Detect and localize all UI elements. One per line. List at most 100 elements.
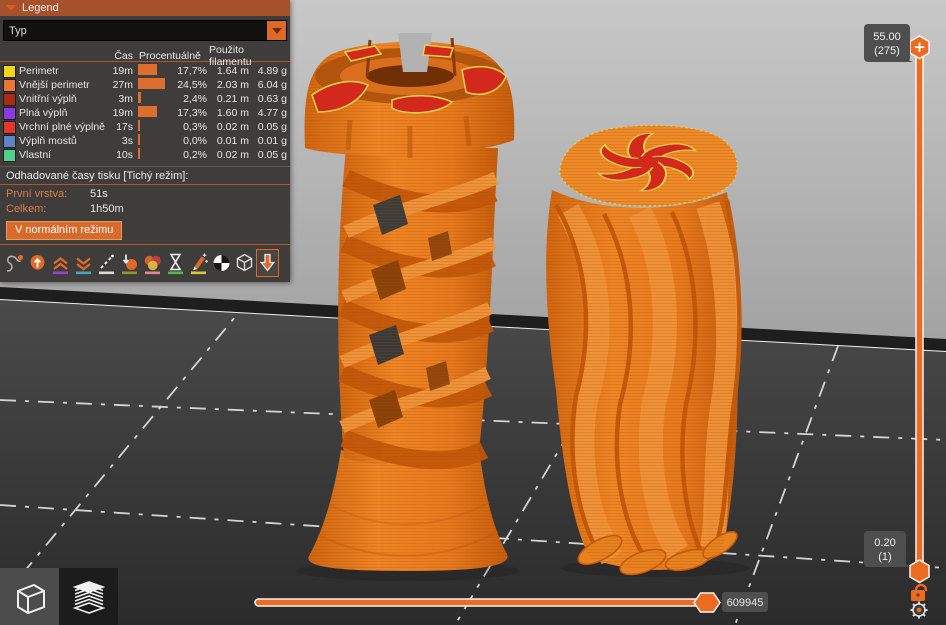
feature-color-swatch <box>3 120 16 134</box>
feature-label: Výplň mostů <box>19 135 77 147</box>
feature-label: Plná výplň <box>19 107 68 119</box>
separator <box>0 184 290 185</box>
moves-slider-tooltip: 609945 <box>722 592 768 612</box>
legend-row[interactable]: Vrchní plné výplně 17s 0,3% 0.02 m 0.05 … <box>0 120 290 134</box>
travel-icon[interactable] <box>4 250 25 276</box>
svg-text:(275): (275) <box>874 45 900 57</box>
percent-bar-cell <box>133 92 169 106</box>
legend-row[interactable]: Vnější perimetr 27m 24,5% 2.03 m 6.04 g <box>0 78 290 92</box>
sliced-preview-view-button[interactable] <box>59 568 118 625</box>
chevron-down-icon <box>271 27 282 34</box>
3d-editor-view-button[interactable] <box>0 568 59 625</box>
legend-icon-toolbar <box>0 247 290 282</box>
normal-mode-button[interactable]: V normálním režimu <box>6 221 123 240</box>
retractions-icon[interactable] <box>50 250 71 276</box>
feature-color-swatch <box>3 78 16 92</box>
separator <box>0 166 290 167</box>
feature-color-swatch <box>3 64 16 78</box>
feature-weight: 0.05 g <box>257 149 287 161</box>
percent-bar <box>138 148 140 159</box>
layer-slider-bottom-tooltip: 0.20 (1) <box>864 531 910 567</box>
center-of-gravity-icon[interactable] <box>211 250 232 276</box>
percent-bar-cell <box>133 134 169 148</box>
shells-icon[interactable] <box>234 250 255 276</box>
feature-time: 19m <box>112 65 133 77</box>
legend-row[interactable]: Perimetr 19m 17,7% 1.64 m 4.89 g <box>0 64 290 78</box>
layer-slider-bottom-handle[interactable] <box>909 559 930 584</box>
percent-bar-cell <box>133 106 169 120</box>
feature-color-swatch <box>3 134 16 148</box>
first-layer-value: 51s <box>90 188 108 200</box>
first-layer-label: První vrstva: <box>6 188 68 200</box>
feature-time: 3m <box>118 93 133 105</box>
moves-slider-handle[interactable] <box>693 592 721 613</box>
percent-bar <box>138 120 140 131</box>
percent-bar <box>138 64 158 75</box>
feature-percent: 2,4% <box>183 93 207 105</box>
legend-row[interactable]: Plná výplň 19m 17,3% 1.60 m 4.77 g <box>0 106 290 120</box>
view-type-value: Typ <box>9 24 27 37</box>
legend-panel: Legend Typ Čas Procentuálně Použito fila… <box>0 0 290 282</box>
feature-label: Vrchní plné výplně <box>19 121 105 133</box>
first-layer-row: První vrstva: 51s <box>0 187 290 202</box>
layer-slider-top-tooltip: 55.00 (275) <box>864 24 913 62</box>
col-header-time: Čas <box>114 50 133 62</box>
layer-slider-top-handle[interactable] <box>909 35 930 60</box>
feature-percent: 17,3% <box>177 107 207 119</box>
legend-title: Legend <box>22 2 59 14</box>
color-changes-icon[interactable] <box>142 250 163 276</box>
total-time-row: Celkem: 1h50m <box>0 202 290 217</box>
svg-text:609945: 609945 <box>727 597 764 609</box>
feature-length: 2.03 m <box>216 79 249 91</box>
feature-length: 1.60 m <box>216 107 249 119</box>
pause-prints-icon[interactable] <box>165 250 186 276</box>
percent-bar <box>138 92 141 103</box>
legend-row[interactable]: Výplň mostů 3s 0,0% 0.01 m 0.01 g <box>0 134 290 148</box>
percent-bar <box>138 78 165 89</box>
cube-icon <box>16 583 45 614</box>
feature-length: 0.01 m <box>216 135 249 147</box>
percent-bar <box>138 134 140 145</box>
legend-row[interactable]: Vnitřní výplň 3m 2,4% 0.21 m 0.63 g <box>0 92 290 106</box>
svg-text:0.20: 0.20 <box>874 537 895 549</box>
feature-percent: 24,5% <box>177 79 207 91</box>
feature-percent: 17,7% <box>177 65 207 77</box>
feature-length: 0.02 m <box>216 121 249 133</box>
custom-gcodes-icon[interactable] <box>188 250 209 276</box>
feature-weight: 4.89 g <box>257 65 287 77</box>
feature-time: 19m <box>112 107 133 119</box>
feature-label: Perimetr <box>19 65 59 77</box>
feature-time: 3s <box>121 135 133 147</box>
feature-weight: 6.04 g <box>257 79 287 91</box>
legend-table: Perimetr 19m 17,7% 1.64 m 4.89 g Vnější … <box>0 64 290 162</box>
percent-bar <box>138 106 158 117</box>
feature-percent: 0,3% <box>183 121 207 133</box>
wipe-icon[interactable] <box>27 250 48 276</box>
feature-label: Vnější perimetr <box>19 79 90 91</box>
tool-marker-icon[interactable] <box>256 249 279 277</box>
col-header-percent: Procentuálně <box>139 50 201 62</box>
legend-row[interactable]: Vlastní 10s 0,2% 0.02 m 0.05 g <box>0 148 290 162</box>
view-type-dropdown[interactable]: Typ <box>3 20 287 41</box>
legend-table-header: Čas Procentuálně Použito filamentu <box>0 44 290 68</box>
percent-bar-cell <box>133 148 169 162</box>
svg-text:55.00: 55.00 <box>873 31 901 43</box>
percent-bar-cell <box>133 120 169 134</box>
estimates-title: Odhadované časy tisku [Tichý režim]: <box>6 170 189 182</box>
legend-panel-header[interactable]: Legend <box>0 0 290 16</box>
collapse-triangle-icon[interactable] <box>6 5 16 11</box>
dropdown-button[interactable] <box>267 21 286 40</box>
percent-bar-cell <box>133 64 169 78</box>
feature-weight: 0.63 g <box>257 93 287 105</box>
tool-changes-icon[interactable] <box>119 250 140 276</box>
feature-color-swatch <box>3 92 16 106</box>
feature-color-swatch <box>3 148 16 162</box>
percent-bar-cell <box>133 78 169 92</box>
feature-weight: 0.01 g <box>257 135 287 147</box>
seams-icon[interactable] <box>96 250 117 276</box>
feature-time: 10s <box>116 149 133 161</box>
total-time-value: 1h50m <box>90 203 124 215</box>
slider-settings-gear-icon[interactable] <box>910 601 928 619</box>
deretractions-icon[interactable] <box>73 250 94 276</box>
feature-time: 17s <box>116 121 133 133</box>
